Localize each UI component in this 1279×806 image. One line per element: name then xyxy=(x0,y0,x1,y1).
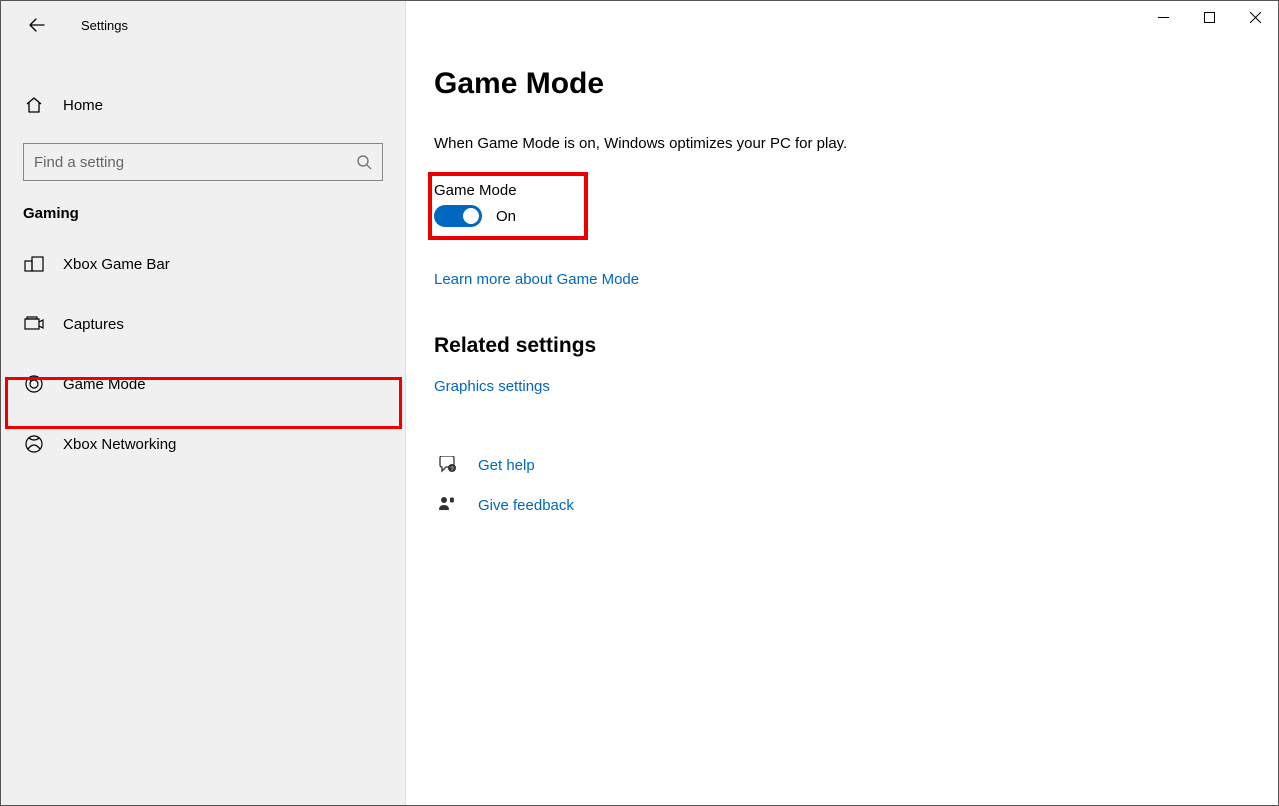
search-box[interactable] xyxy=(23,143,383,181)
related-settings-heading: Related settings xyxy=(434,334,1278,358)
category-heading: Gaming xyxy=(1,181,405,240)
home-nav[interactable]: Home xyxy=(1,81,405,129)
maximize-button[interactable] xyxy=(1186,1,1232,33)
give-feedback-link[interactable]: Give feedback xyxy=(478,497,574,514)
toggle-label: Game Mode xyxy=(434,182,594,199)
home-icon xyxy=(23,96,45,114)
maximize-icon xyxy=(1204,12,1215,23)
close-icon xyxy=(1250,12,1261,23)
game-mode-icon xyxy=(23,375,45,393)
sidebar-item-xbox-networking[interactable]: Xbox Networking xyxy=(1,420,405,468)
sidebar-item-label: Captures xyxy=(63,316,124,333)
app-title: Settings xyxy=(81,18,128,33)
sidebar: Settings Home Gaming Xbox Game Bar xyxy=(1,1,406,805)
search-icon xyxy=(356,154,372,170)
help-icon: ? xyxy=(434,456,462,474)
get-help-link[interactable]: Get help xyxy=(478,457,535,474)
learn-more-link[interactable]: Learn more about Game Mode xyxy=(434,271,639,288)
sidebar-item-label: Xbox Networking xyxy=(63,436,176,453)
game-bar-icon xyxy=(23,256,45,272)
sidebar-item-captures[interactable]: Captures xyxy=(1,300,405,348)
back-button[interactable] xyxy=(17,5,57,45)
feedback-icon xyxy=(434,496,462,514)
arrow-left-icon xyxy=(29,17,45,33)
page-title: Game Mode xyxy=(434,67,1278,101)
minimize-button[interactable] xyxy=(1140,1,1186,33)
search-input[interactable] xyxy=(34,154,356,171)
sidebar-item-label: Game Mode xyxy=(63,376,146,393)
toggle-knob xyxy=(463,208,479,224)
page-description: When Game Mode is on, Windows optimizes … xyxy=(434,135,1278,152)
xbox-icon xyxy=(23,435,45,453)
close-button[interactable] xyxy=(1232,1,1278,33)
toggle-state: On xyxy=(496,208,516,225)
sidebar-item-game-mode[interactable]: Game Mode xyxy=(1,360,405,408)
minimize-icon xyxy=(1158,12,1169,23)
window-controls xyxy=(1140,1,1278,33)
sidebar-item-label: Xbox Game Bar xyxy=(63,256,170,273)
main-content: Game Mode When Game Mode is on, Windows … xyxy=(406,1,1278,805)
sidebar-item-xbox-game-bar[interactable]: Xbox Game Bar xyxy=(1,240,405,288)
home-label: Home xyxy=(63,97,103,114)
captures-icon xyxy=(23,316,45,332)
game-mode-toggle[interactable] xyxy=(434,205,482,227)
graphics-settings-link[interactable]: Graphics settings xyxy=(434,378,550,395)
